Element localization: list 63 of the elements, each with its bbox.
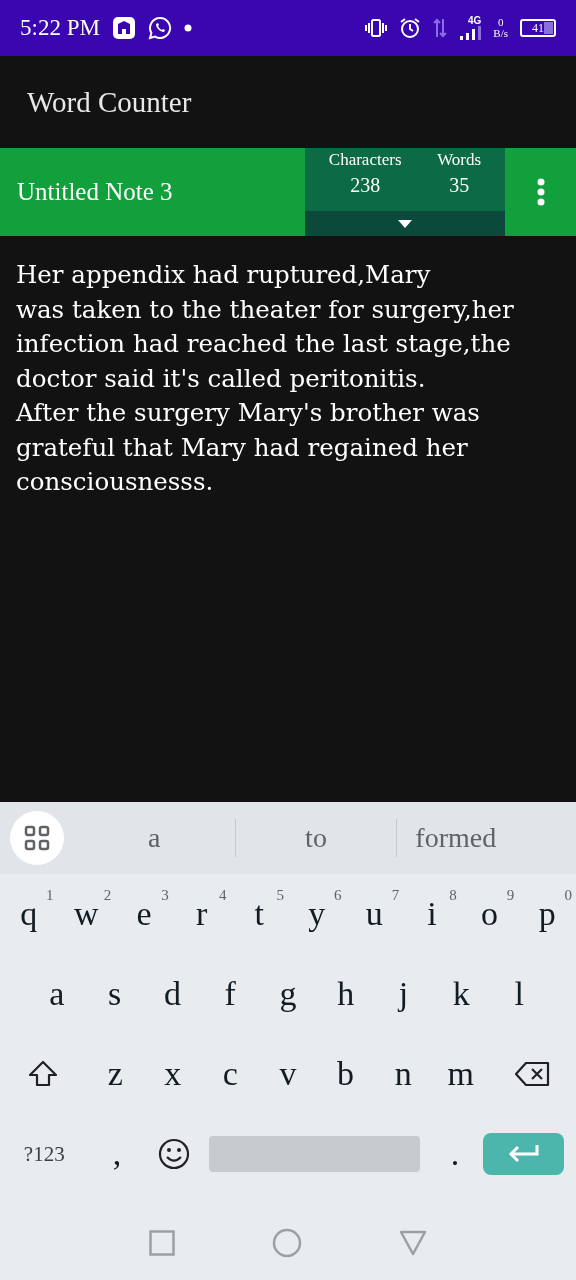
key[interactable]: n [374,1039,432,1109]
back-button[interactable] [399,1229,428,1256]
caret-icon [398,219,412,228]
dot-icon [183,24,192,32]
suggestion[interactable]: formed [397,822,576,854]
key[interactable]: e $^{3}$ [115,879,173,949]
key[interactable]: u $^{7}$ [345,879,404,949]
backspace-icon [514,1061,551,1087]
enter-icon [507,1144,540,1164]
key[interactable]: i $^{8}$ [403,879,461,949]
key[interactable]: g [259,959,317,1029]
key[interactable]: y $^{6}$ [287,879,346,949]
key[interactable]: v [259,1039,317,1109]
key[interactable]: , [88,1119,146,1189]
key[interactable]: t $^{5}$ [230,879,288,949]
enter-key[interactable] [483,1133,564,1175]
key[interactable]: b [316,1039,375,1109]
shift-icon [28,1060,59,1088]
app-title: Word Counter [27,85,192,119]
stat-value: 35 [449,174,470,197]
chat-app-icon [147,16,172,40]
key[interactable]: r $^{4}$ [172,879,231,949]
app-notification-icon [111,16,136,40]
suggestion[interactable]: a [74,822,235,854]
key[interactable]: f [201,959,260,1029]
alarm-icon [399,17,422,39]
data-arrows-icon [433,17,448,39]
speed-value: 0 [497,17,504,28]
note-text-area[interactable]: Her appendix had ruptured,Mary was taken to the theater for surgery,her infection had reached the last stage,the doctor said it's called peritonitis. After the surgery Mary's brother was grateful that Mary had regained her consciousnesss. [16,258,560,500]
stat-label: Words [437,150,482,170]
key[interactable]: c [201,1039,260,1109]
recents-button[interactable] [148,1229,175,1256]
key[interactable]: o $^{9}$ [460,879,519,949]
key[interactable]: p $^{0}$ [518,879,576,949]
key[interactable]: l [490,959,549,1029]
battery-icon: 41 [520,19,556,37]
key[interactable]: z [86,1039,144,1109]
key[interactable]: h [316,959,375,1029]
network-type-label: 4G [467,16,482,26]
key[interactable]: w$^{2}$ [57,879,116,949]
vibrate-icon [365,18,388,38]
key[interactable]: s [85,959,144,1029]
more-icon [536,178,545,206]
speed-unit: B/s [493,28,508,39]
stat-label: Characters [328,150,402,170]
key[interactable]: j [374,959,433,1029]
key[interactable]: . [426,1119,484,1189]
clock: 5:22 PM [20,15,100,41]
stat-value: 238 [350,174,381,197]
key[interactable]: d [143,959,202,1029]
home-button[interactable] [272,1227,302,1258]
key[interactable]: m [431,1039,490,1109]
apps-button[interactable] [10,811,64,865]
key[interactable]: x [144,1039,202,1109]
signal-icon [459,26,482,40]
suggestion[interactable]: to [235,822,397,854]
key[interactable]: a [28,959,86,1029]
symbols-key[interactable]: ?123 [0,1119,89,1189]
key[interactable]: q $^{1}$ [0,879,58,949]
stats-panel[interactable]: Characters 238 Words 35 [305,148,505,236]
grid-icon [24,825,50,851]
emoji-icon [158,1138,191,1170]
key[interactable]: k [432,959,491,1029]
